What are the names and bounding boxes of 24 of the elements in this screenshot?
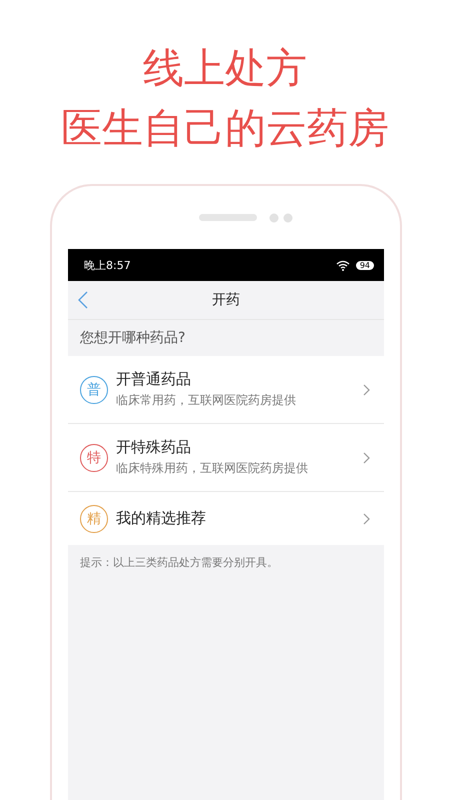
option-title: 开普通药品	[116, 370, 192, 389]
nav-title: 开药	[212, 291, 240, 309]
badge: 特	[80, 444, 108, 472]
badge: 精	[80, 504, 108, 532]
battery-indicator: 94	[356, 260, 374, 270]
back-button[interactable]	[78, 291, 88, 309]
chevron-icon	[363, 384, 370, 396]
option-title: 开特殊药品	[116, 438, 192, 457]
speaker-icon	[199, 214, 257, 221]
option-row[interactable]: 精 我的精选推荐	[68, 492, 384, 545]
option-subtitle: 临床常用药，互联网医院药房提供	[116, 392, 297, 409]
chevron-icon	[363, 452, 370, 464]
back-icon	[78, 291, 88, 309]
chevron-icon	[363, 512, 370, 524]
wifi-icon	[336, 260, 350, 270]
option-subtitle: 临床特殊用药，互联网医院药房提供	[116, 460, 309, 477]
headline: 医生自己的云药房	[61, 103, 389, 154]
option-title: 我的精选推荐	[116, 509, 207, 528]
badge: 普	[80, 376, 108, 404]
headline: 线上处方	[143, 43, 307, 94]
camera-icon	[269, 212, 293, 222]
hint-text: 提示：以上三类药品处方需要分别开具。	[79, 555, 279, 571]
status-time: 晚上8:57	[84, 258, 131, 272]
section-header: 您想开哪种药品?	[79, 329, 186, 348]
